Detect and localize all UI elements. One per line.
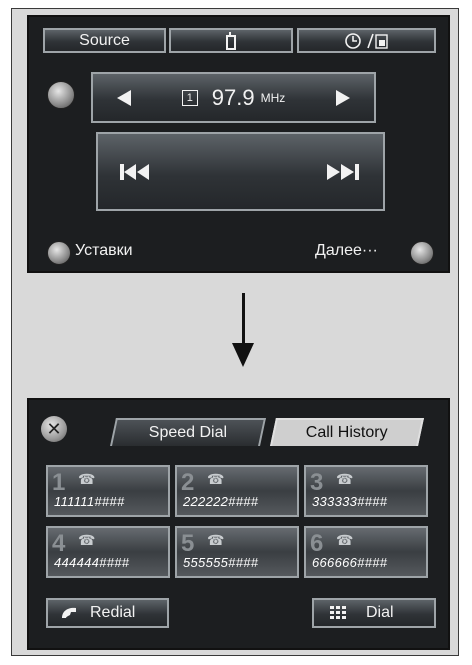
tab-speed-dial[interactable]: Speed Dial — [110, 418, 266, 446]
entry-number: 222222#### — [183, 494, 259, 509]
presets-label[interactable]: Уставки — [75, 242, 133, 260]
speed-dial-entry-3[interactable]: 3 ☎ 333333#### — [304, 465, 428, 517]
entry-number: 555555#### — [183, 555, 259, 570]
down-arrow-icon — [242, 293, 245, 348]
entry-number: 444444#### — [54, 555, 130, 570]
tab-call-history[interactable]: Call History — [270, 418, 424, 446]
dial-label: Dial — [366, 604, 394, 621]
source-label: Source — [79, 31, 130, 49]
clock-tab-button[interactable] — [297, 28, 436, 53]
audio-screen: Source 1 97.9 MHz Уставки Далее··· — [27, 15, 450, 273]
speed-dial-entry-2[interactable]: 2 ☎ 222222#### — [175, 465, 299, 517]
entry-number: 111111#### — [54, 494, 125, 509]
tune-up-icon[interactable] — [336, 89, 350, 106]
entry-index: 4 — [52, 530, 66, 557]
down-arrow-head — [232, 343, 254, 367]
speed-dial-entry-6[interactable]: 6 ☎ 666666#### — [304, 526, 428, 578]
source-button[interactable]: Source — [43, 28, 166, 53]
presets-knob-icon[interactable] — [47, 241, 71, 265]
voice-icon[interactable] — [47, 81, 75, 109]
handset-icon — [62, 607, 76, 618]
mobile-icon: ☎ — [207, 532, 225, 548]
tuner-panel: 1 97.9 MHz — [91, 72, 376, 123]
redial-label: Redial — [90, 604, 136, 621]
seek-back-icon[interactable] — [120, 163, 150, 180]
redial-button[interactable]: Redial — [46, 598, 169, 628]
entry-number: 333333#### — [312, 494, 388, 509]
more-label[interactable]: Далее··· — [315, 242, 378, 260]
mobile-icon: ☎ — [336, 471, 354, 487]
phone-icon: ☎ — [78, 471, 96, 487]
entry-index: 1 — [52, 469, 66, 496]
seek-panel — [96, 132, 385, 211]
tab-call-history-label: Call History — [305, 424, 388, 441]
entry-number: 666666#### — [312, 555, 388, 570]
clock-icon — [344, 32, 388, 49]
close-icon[interactable]: ✕ — [41, 416, 67, 442]
entry-index: 6 — [310, 530, 324, 557]
seek-forward-icon[interactable] — [327, 163, 361, 180]
phone-screen: ✕ Speed Dial Call History 1 ☎ 111111####… — [27, 398, 450, 650]
keypad-icon — [330, 606, 346, 619]
entry-index: 2 — [181, 469, 195, 496]
phone-icon: ☎ — [207, 471, 225, 487]
entry-index: 3 — [310, 469, 324, 496]
tune-down-icon[interactable] — [117, 89, 131, 106]
frequency-unit: MHz — [260, 90, 286, 105]
speed-dial-entry-4[interactable]: 4 ☎ 444444#### — [46, 526, 170, 578]
phone-tab-button[interactable] — [169, 28, 293, 53]
dial-button[interactable]: Dial — [312, 598, 436, 628]
tab-speed-dial-label: Speed Dial — [148, 424, 227, 441]
entry-index: 5 — [181, 530, 195, 557]
frequency-value: 97.9 — [211, 84, 255, 110]
phone-icon: ☎ — [78, 532, 96, 548]
phone-icon — [226, 31, 236, 50]
speed-dial-entry-5[interactable]: 5 ☎ 555555#### — [175, 526, 299, 578]
mobile-icon: ☎ — [336, 532, 354, 548]
preset-number: 1 — [181, 89, 198, 106]
speed-dial-entry-1[interactable]: 1 ☎ 111111#### — [46, 465, 170, 517]
more-knob-icon[interactable] — [410, 241, 434, 265]
